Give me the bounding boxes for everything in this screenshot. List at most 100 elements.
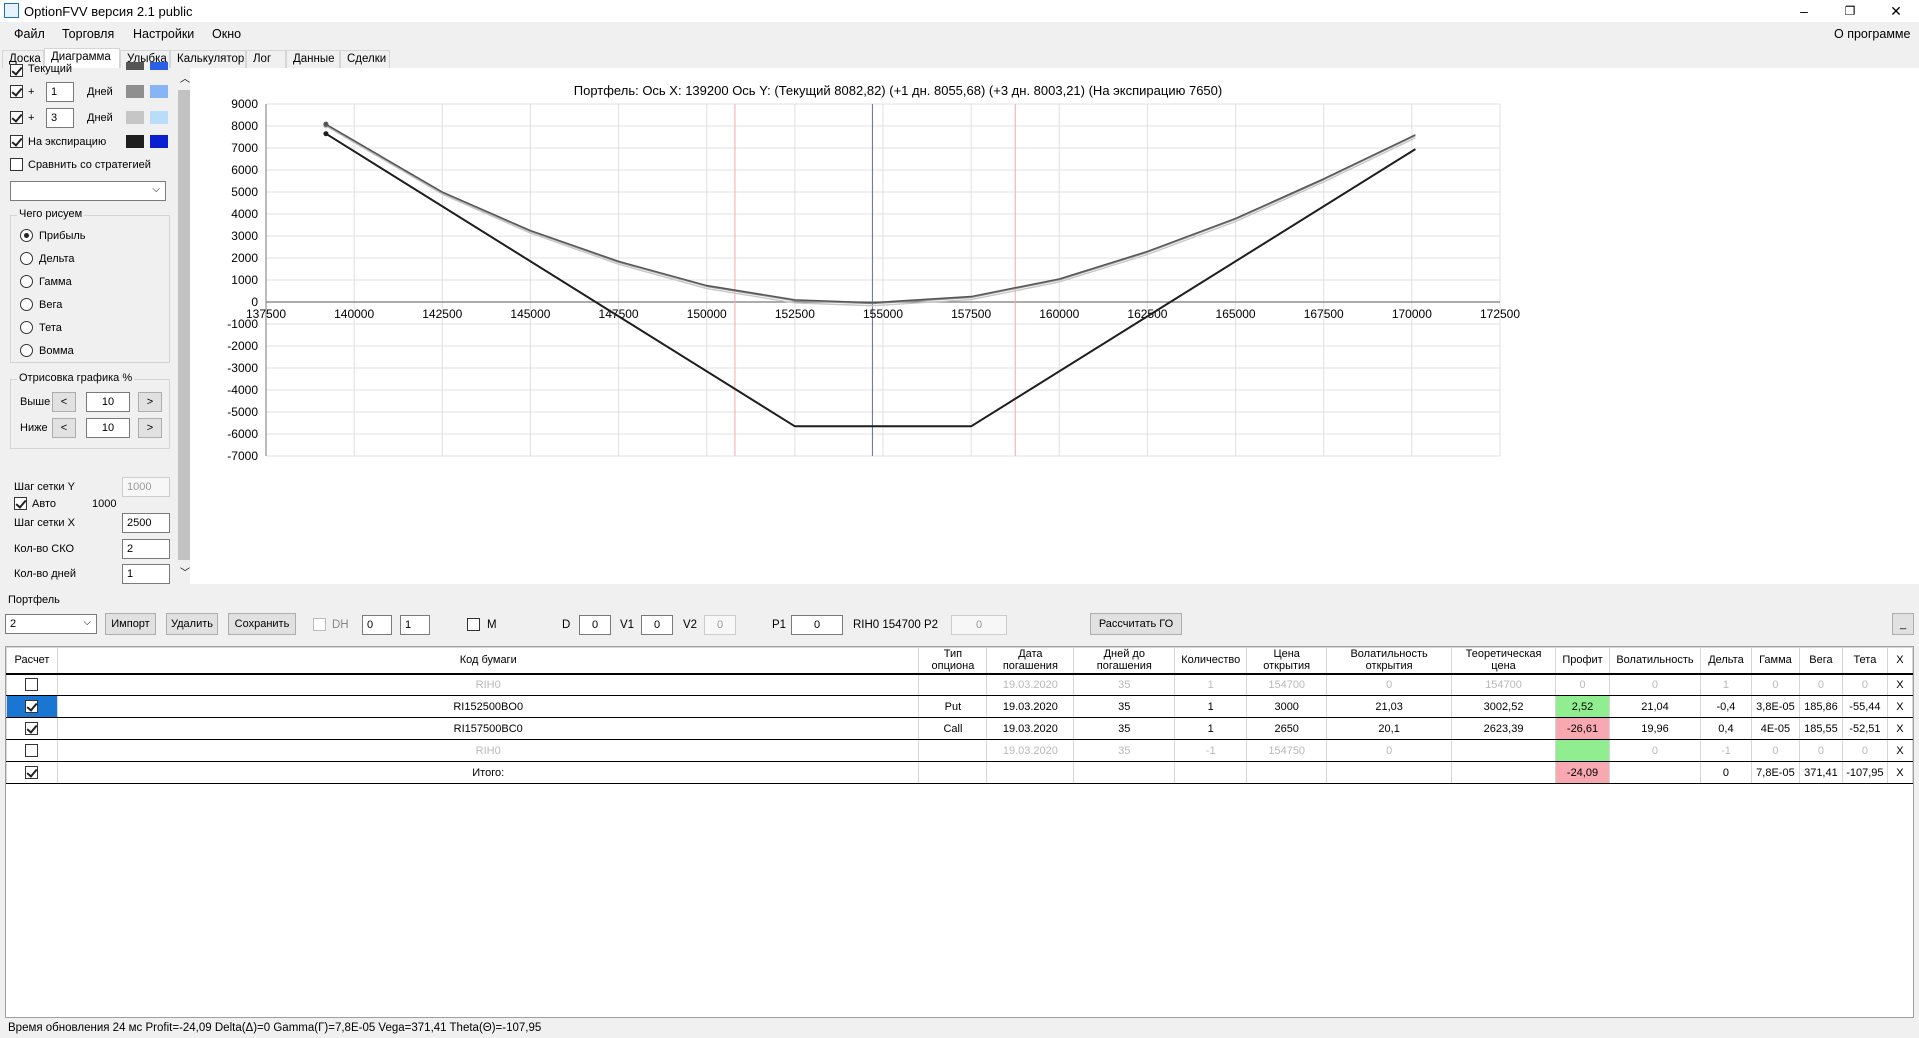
tab-log[interactable]: Лог	[246, 50, 286, 68]
calc-cell[interactable]	[6, 673, 58, 696]
column-header[interactable]: Количество	[1174, 647, 1248, 675]
current-color-a[interactable]	[126, 62, 144, 70]
row-calc-checkbox[interactable]	[25, 744, 39, 757]
remove-row-button[interactable]: X	[1886, 695, 1914, 718]
grid-y-input[interactable]: 1000	[122, 477, 170, 497]
remove-row-button[interactable]: X	[1886, 673, 1914, 696]
calc-cell[interactable]	[6, 739, 58, 762]
expiry-checkbox[interactable]	[10, 135, 23, 148]
v1-input[interactable]: 0	[641, 615, 673, 635]
radio-theta[interactable]	[20, 321, 33, 334]
menu-about[interactable]: О программе	[1834, 27, 1910, 41]
above-decrease-button[interactable]: <	[52, 392, 76, 412]
sko-input[interactable]: 2	[122, 539, 170, 559]
below-input[interactable]: 10	[86, 418, 130, 438]
day3-input[interactable]: 3	[46, 108, 74, 128]
remove-row-button[interactable]: X	[1886, 739, 1914, 762]
calculate-go-button[interactable]: Рассчитать ГО	[1090, 613, 1182, 635]
minimize-button[interactable]: –	[1781, 0, 1827, 22]
radio-vomma[interactable]	[20, 344, 33, 357]
scroll-up-icon[interactable]: ︿	[180, 70, 190, 85]
strategy-select[interactable]: ⌵	[10, 181, 166, 201]
current-color-b[interactable]	[150, 62, 168, 70]
column-header[interactable]: Расчет	[6, 647, 58, 675]
d-input[interactable]: 0	[579, 615, 611, 635]
expiry-color-b[interactable]	[150, 135, 168, 148]
column-header[interactable]: Профит	[1555, 647, 1610, 675]
menu-trading[interactable]: Торговля	[62, 27, 114, 41]
grid-x-input[interactable]: 2500	[122, 513, 170, 533]
table-row[interactable]: RIH0 19.03.2020 35 1 154700 0 154700 0 0 1 0 0 0 X	[6, 673, 1914, 696]
column-header[interactable]: Гамма	[1750, 647, 1800, 675]
table-row[interactable]: Итого: -24,09 0 7,8E-05 371,41 -107,95 X	[6, 761, 1914, 784]
column-header[interactable]: Волатильность	[1609, 647, 1701, 675]
day3-color-a[interactable]	[126, 111, 144, 124]
column-header[interactable]: Дней до погашения	[1073, 647, 1176, 675]
maximize-button[interactable]: ❐	[1827, 0, 1873, 22]
column-header[interactable]: X	[1886, 647, 1914, 675]
menu-window[interactable]: Окно	[212, 27, 241, 41]
table-row[interactable]: RI152500BO0 Put 19.03.2020 35 1 3000 21,03 3002…	[6, 695, 1914, 718]
column-header[interactable]: Тип опциона	[918, 647, 988, 675]
above-increase-button[interactable]: >	[138, 392, 162, 412]
m-checkbox[interactable]	[467, 618, 480, 631]
column-header[interactable]: Дата погашения	[986, 647, 1075, 675]
dh-checkbox[interactable]	[313, 618, 326, 631]
scroll-down-icon[interactable]: ﹀	[180, 564, 190, 579]
calc-cell[interactable]	[6, 761, 58, 784]
compare-checkbox[interactable]	[10, 158, 23, 171]
v2-input[interactable]: 0	[704, 615, 736, 635]
day3-checkbox[interactable]	[10, 111, 23, 124]
above-input[interactable]: 10	[86, 392, 130, 412]
remove-row-button[interactable]: X	[1886, 717, 1914, 740]
row-calc-checkbox[interactable]	[25, 766, 39, 779]
auto-checkbox[interactable]	[14, 497, 27, 510]
column-header[interactable]: Тета	[1841, 647, 1888, 675]
dh-spin-2[interactable]: 1	[400, 615, 430, 635]
radio-delta[interactable]	[20, 252, 33, 265]
menu-settings[interactable]: Настройки	[133, 27, 194, 41]
expiry-color-a[interactable]	[126, 135, 144, 148]
day1-color-b[interactable]	[150, 85, 168, 98]
menu-file[interactable]: Файл	[14, 27, 45, 41]
column-header[interactable]: Код бумаги	[56, 647, 920, 675]
table-row[interactable]: RI157500BC0 Call 19.03.2020 35 1 2650 20,1 2623…	[6, 717, 1914, 740]
import-button[interactable]: Импорт	[105, 613, 156, 635]
tab-data[interactable]: Данные	[286, 50, 340, 68]
radio-vega[interactable]	[20, 298, 33, 311]
remove-row-button[interactable]: X	[1886, 761, 1914, 784]
dh-spin-1[interactable]: 0	[362, 615, 392, 635]
p1-input[interactable]: 0	[791, 615, 843, 635]
row-calc-checkbox[interactable]	[25, 700, 39, 713]
column-header[interactable]: Дельта	[1699, 647, 1752, 675]
row-calc-checkbox[interactable]	[25, 678, 39, 692]
day1-input[interactable]: 1	[46, 82, 74, 102]
row-calc-checkbox[interactable]	[25, 722, 39, 735]
column-header[interactable]: Волатильность открытия	[1326, 647, 1453, 675]
save-button[interactable]: Сохранить	[228, 613, 296, 635]
calc-cell[interactable]	[6, 717, 58, 740]
close-button[interactable]: ✕	[1873, 0, 1919, 22]
column-header[interactable]: Цена открытия	[1246, 647, 1328, 675]
day3-color-b[interactable]	[150, 111, 168, 124]
day1-color-a[interactable]	[126, 85, 144, 98]
p2-input[interactable]: 0	[951, 615, 1007, 635]
calc-cell[interactable]	[6, 695, 58, 718]
tab-deals[interactable]: Сделки	[340, 50, 390, 68]
tab-calculator[interactable]: Калькулятор	[170, 50, 246, 68]
chart-area[interactable]: Портфель: Ось X: 139200 Ось Y: (Текущий …	[190, 68, 1919, 584]
days-count-input[interactable]: 1	[122, 564, 170, 584]
table-row[interactable]: RIH0 19.03.2020 35 -1 154750 0 0 -1 0 0 0 X	[6, 739, 1914, 762]
delete-button[interactable]: Удалить	[166, 613, 218, 635]
current-checkbox[interactable]	[10, 64, 23, 77]
below-decrease-button[interactable]: <	[52, 418, 76, 438]
radio-profit[interactable]	[20, 229, 33, 242]
radio-gamma[interactable]	[20, 275, 33, 288]
below-increase-button[interactable]: >	[138, 418, 162, 438]
collapse-button[interactable]: _	[1892, 613, 1914, 635]
portfolio-select[interactable]: 2 ⌵	[5, 614, 97, 634]
day1-checkbox[interactable]	[10, 85, 23, 98]
column-header[interactable]: Вега	[1798, 647, 1843, 675]
column-header[interactable]: Теоретическая цена	[1451, 647, 1557, 675]
profit-chart[interactable]: Портфель: Ось X: 139200 Ось Y: (Текущий …	[190, 68, 1919, 584]
